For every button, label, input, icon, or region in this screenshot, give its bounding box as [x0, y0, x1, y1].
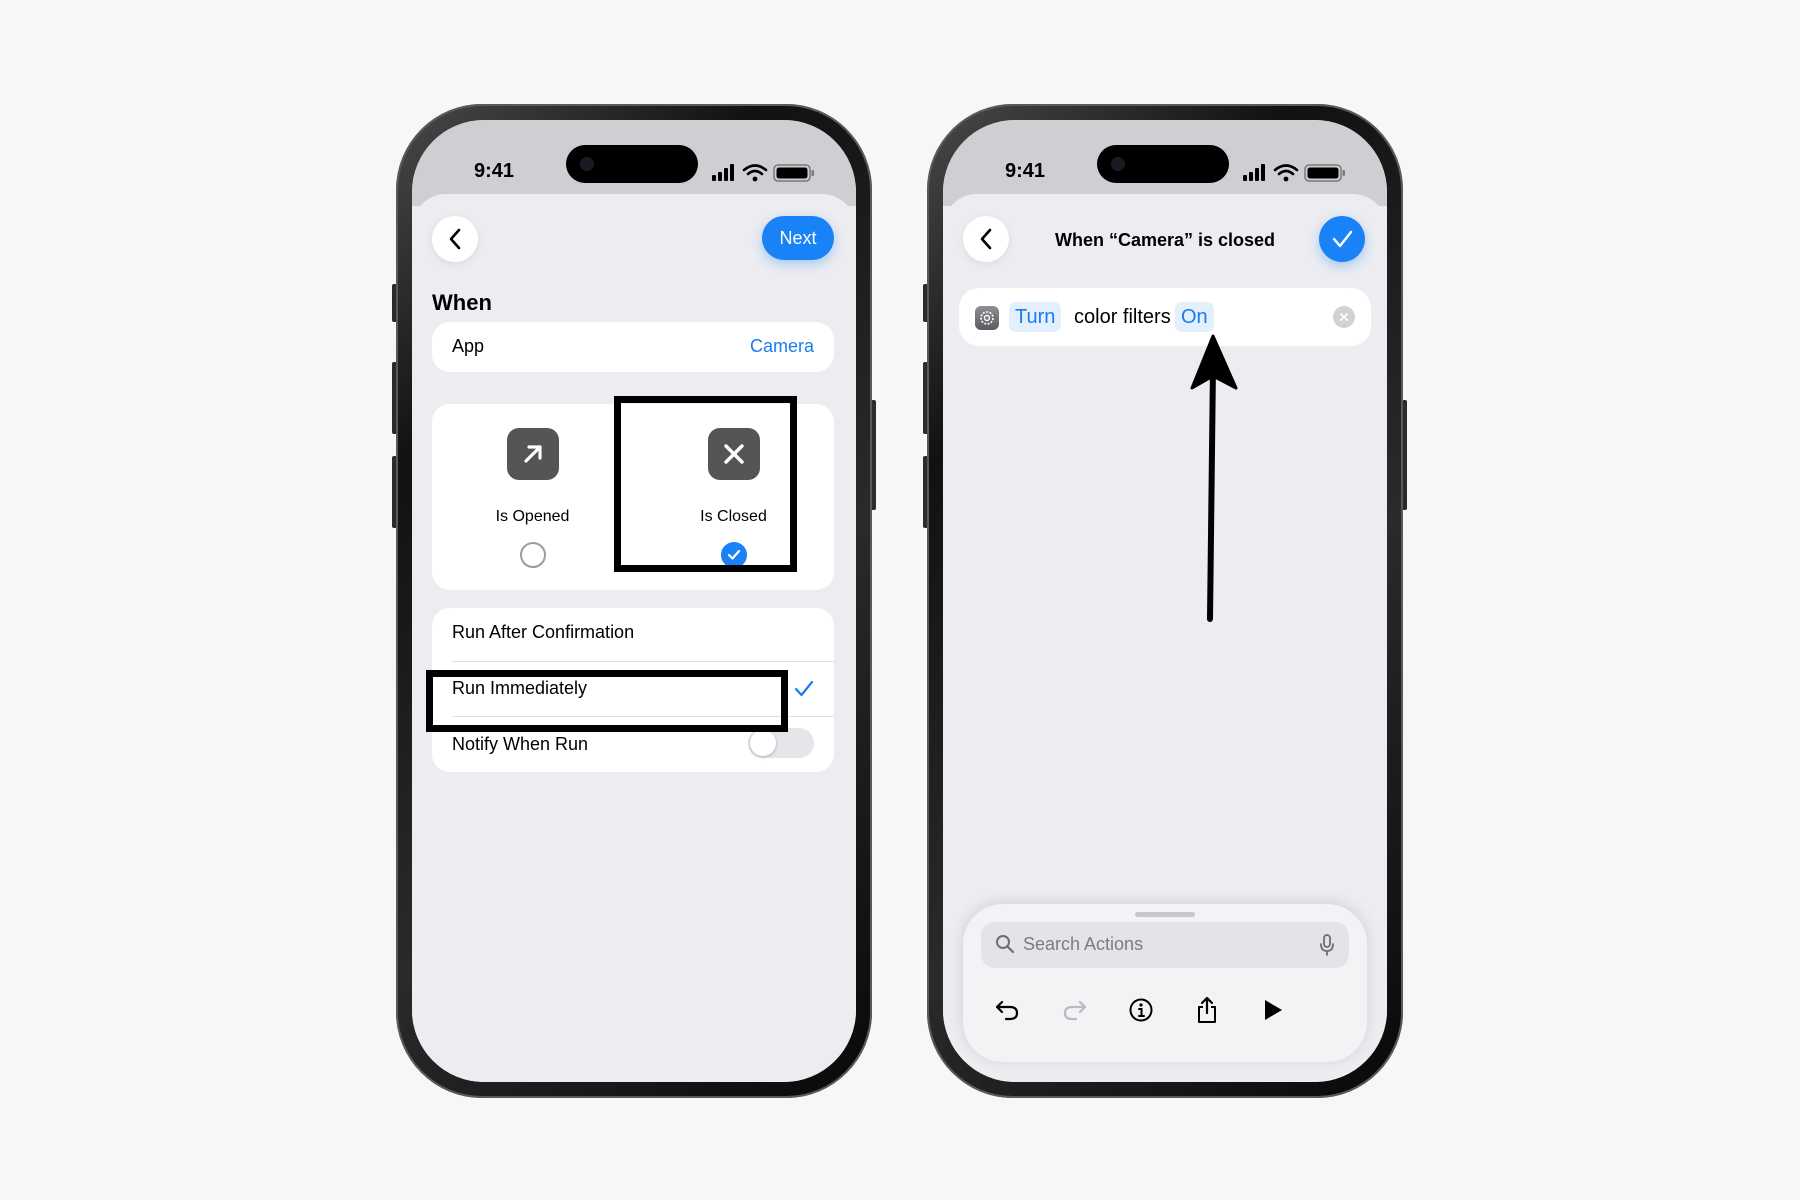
phone-left: 9:41 Next When App Camera Is Opened Is C…: [392, 104, 876, 1098]
battery-icon: [773, 164, 814, 182]
choice-is-opened[interactable]: Is Opened: [432, 404, 633, 590]
choice-label-opened: Is Opened: [495, 508, 570, 525]
divider: [452, 661, 834, 662]
annotation-arrow: [1190, 334, 1238, 622]
status-icons: [712, 164, 814, 182]
run-after-confirmation-option[interactable]: Run After Confirmation: [452, 622, 634, 643]
phone-right: 9:41 When “Camera” is closed Turn color …: [923, 104, 1407, 1098]
screen: 9:41: [412, 120, 856, 1082]
wifi-icon: [742, 164, 768, 176]
highlight-box-is-closed: [614, 396, 797, 572]
app-row-label: App: [452, 336, 485, 356]
arrow-up-right-icon: [506, 428, 559, 480]
chevron-left-icon: [449, 228, 461, 250]
notify-when-run-label: Notify When Run: [452, 734, 589, 754]
back-button[interactable]: [432, 216, 478, 262]
app-row[interactable]: App Camera: [432, 322, 834, 372]
app-row-value[interactable]: Camera: [750, 336, 814, 357]
edit-sheet: Next When App Camera Is Opened Is Closed…: [412, 194, 856, 1082]
highlight-box-run-immediately: [426, 670, 788, 732]
cellular-signal-icon: [712, 164, 734, 181]
checkmark-icon: [794, 680, 814, 697]
notify-toggle[interactable]: [748, 728, 814, 758]
section-title: When: [432, 290, 492, 315]
dynamic-island: [566, 145, 698, 183]
status-time: 9:41: [474, 160, 515, 182]
radio-opened[interactable]: [519, 542, 546, 568]
next-button[interactable]: Next: [762, 216, 834, 260]
